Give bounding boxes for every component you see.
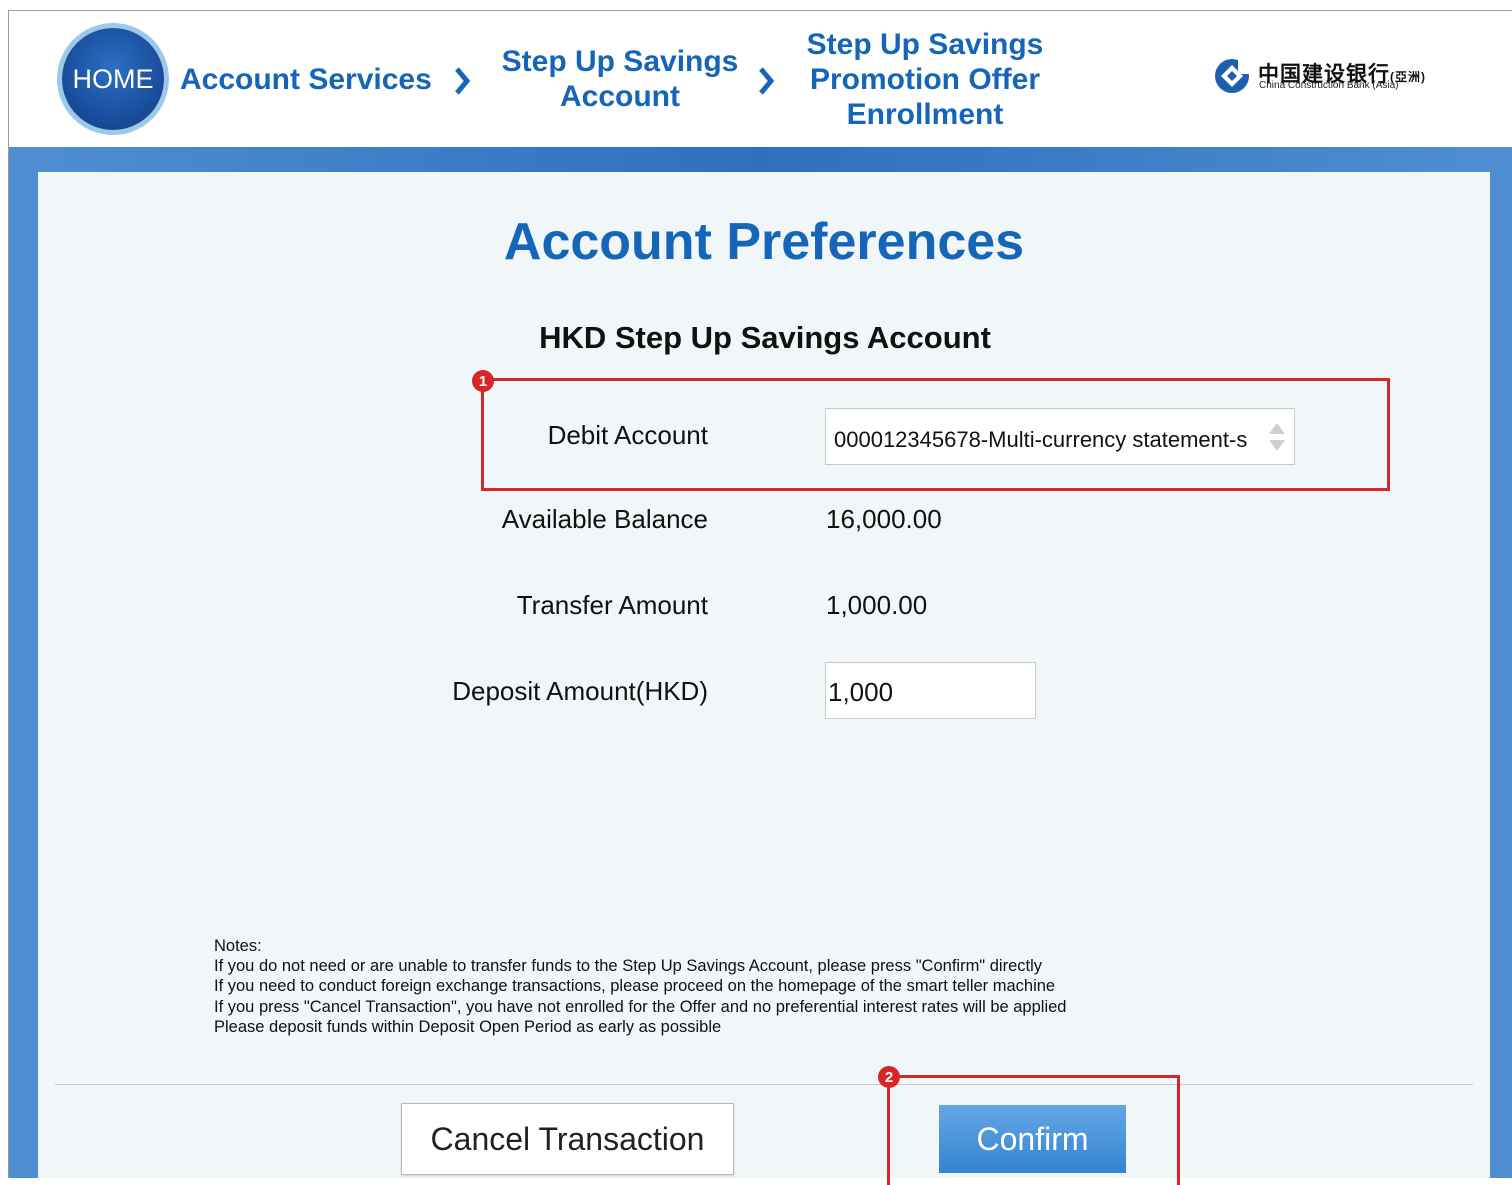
step-marker-1: 1 xyxy=(472,370,494,392)
chevron-right-icon xyxy=(759,67,774,95)
logo-english-text: China Construction Bank (Asia) xyxy=(1259,80,1399,91)
highlight-box-confirm xyxy=(887,1075,1180,1185)
highlight-box-debit-account xyxy=(481,378,1390,491)
ccb-logo-icon xyxy=(1215,58,1250,93)
step-marker-2: 2 xyxy=(878,1066,900,1088)
available-balance-value: 16,000.00 xyxy=(826,504,942,534)
notes-line: If you do not need or are unable to tran… xyxy=(214,957,1043,976)
account-type-heading: HKD Step Up Savings Account xyxy=(539,320,991,355)
notes-line: If you need to conduct foreign exchange … xyxy=(214,977,1056,996)
notes-line: Please deposit funds within Deposit Open… xyxy=(214,1017,722,1036)
page-title: Account Preferences xyxy=(503,213,1025,271)
breadcrumb-account-services[interactable]: Account Services xyxy=(180,62,432,97)
transfer-amount-label: Transfer Amount xyxy=(516,590,708,620)
bank-logo: 中国建设银行(亞洲) China Construction Bank (Asia… xyxy=(1214,58,1459,98)
deposit-amount-label: Deposit Amount(HKD) xyxy=(452,676,708,706)
notes-section: Notes: If you do not need or are unable … xyxy=(214,936,1066,1037)
breadcrumb-step-up-savings-account[interactable]: Step Up Savings Account xyxy=(494,44,746,114)
breadcrumb-promotion-offer-enrollment[interactable]: Step Up Savings Promotion Offer Enrollme… xyxy=(794,27,1056,132)
transfer-amount-value: 1,000.00 xyxy=(826,590,928,620)
home-button[interactable]: HOME xyxy=(62,28,164,130)
notes-heading: Notes: xyxy=(214,937,262,955)
cancel-transaction-button[interactable]: Cancel Transaction xyxy=(401,1103,734,1175)
available-balance-label: Available Balance xyxy=(501,504,708,534)
chevron-right-icon xyxy=(455,67,470,95)
deposit-amount-input[interactable]: 1,000 xyxy=(825,662,1036,719)
divider xyxy=(55,1084,1473,1085)
notes-line: If you press "Cancel Transaction", you h… xyxy=(214,997,1067,1016)
